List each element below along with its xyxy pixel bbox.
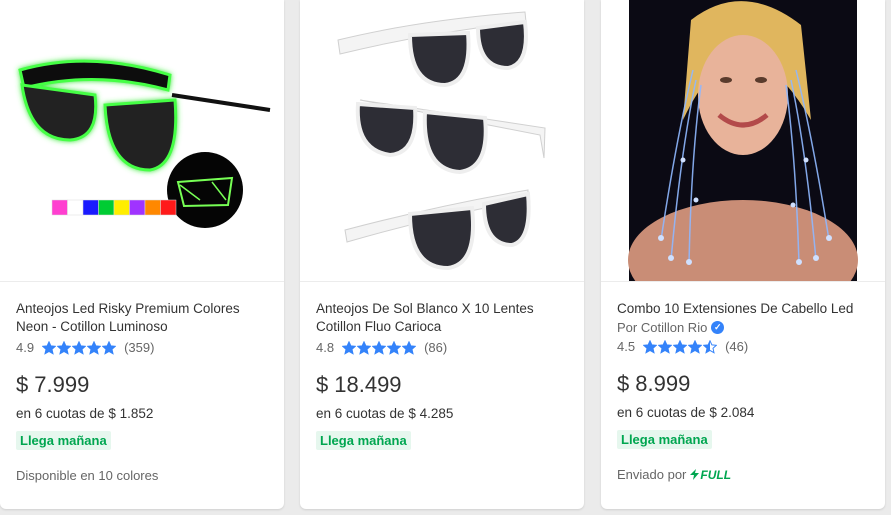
installments-text: en 6 cuotas de $ 4.285 xyxy=(316,406,454,421)
star-full-icon xyxy=(658,339,673,354)
currency-symbol: $ xyxy=(617,371,630,396)
color-swatch xyxy=(113,199,130,216)
shipping-info: Enviado por FULL xyxy=(617,467,873,482)
star-full-icon xyxy=(42,340,57,355)
star-full-icon xyxy=(402,340,417,355)
price: $ 8.999 xyxy=(617,371,873,397)
product-card[interactable]: Anteojos Led Risky Premium Colores Neon … xyxy=(0,0,284,509)
full-shipping-badge: FULL xyxy=(690,468,731,482)
currency-symbol: $ xyxy=(316,372,329,397)
seller: Por Cotillon Rio ✓ xyxy=(617,320,873,335)
star-full-icon xyxy=(102,340,117,355)
star-full-icon xyxy=(87,340,102,355)
product-title[interactable]: Combo 10 Extensiones De Cabello Led xyxy=(617,300,873,318)
delivery-badge: Llega mañana xyxy=(617,430,712,449)
rating: 4.9 (359) xyxy=(16,340,272,355)
shipping-prefix: Enviado por xyxy=(617,467,687,482)
review-count: (86) xyxy=(424,340,448,355)
color-swatch xyxy=(51,199,68,216)
product-title[interactable]: Anteojos De Sol Blanco X 10 Lentes Cotil… xyxy=(316,300,572,336)
color-swatch xyxy=(129,199,146,216)
star-full-icon xyxy=(357,340,372,355)
product-card[interactable]: Combo 10 Extensiones De Cabello Led Por … xyxy=(601,0,885,509)
color-swatch xyxy=(98,199,115,216)
currency-symbol: $ xyxy=(16,372,29,397)
product-image-led-glasses[interactable] xyxy=(0,0,284,282)
star-full-icon xyxy=(72,340,87,355)
star-full-icon xyxy=(57,340,72,355)
product-title[interactable]: Anteojos Led Risky Premium Colores Neon … xyxy=(16,300,272,336)
rating: 4.8 (86) xyxy=(316,340,572,355)
rating-value: 4.9 xyxy=(16,340,35,355)
star-full-icon xyxy=(673,339,688,354)
delivery-badge: Llega mañana xyxy=(316,431,411,450)
star-full-icon xyxy=(643,339,658,354)
star-half-icon xyxy=(703,339,718,354)
star-full-icon xyxy=(342,340,357,355)
price-amount: 8.999 xyxy=(635,371,691,396)
star-full-icon xyxy=(387,340,402,355)
rating-stars xyxy=(342,340,417,355)
installments-text: en 6 cuotas de $ 2.084 xyxy=(617,405,755,420)
star-full-icon xyxy=(688,339,703,354)
color-swatch xyxy=(82,199,99,216)
rating-stars xyxy=(42,340,117,355)
rating: 4.5 (46) xyxy=(617,339,873,354)
review-count: (46) xyxy=(725,339,749,354)
review-count: (359) xyxy=(124,340,155,355)
price: $ 7.999 xyxy=(16,372,272,398)
product-card[interactable]: Anteojos De Sol Blanco X 10 Lentes Cotil… xyxy=(300,0,584,509)
color-swatch xyxy=(67,199,84,216)
color-swatch xyxy=(144,199,161,216)
verified-check-icon: ✓ xyxy=(711,321,725,334)
installments-text: en 6 cuotas de $ 1.852 xyxy=(16,406,154,421)
color-swatch xyxy=(160,199,177,216)
sunglasses-top xyxy=(337,11,528,88)
rating-value: 4.5 xyxy=(617,339,636,354)
seller-name[interactable]: Por Cotillon Rio xyxy=(617,320,707,335)
available-colors-text: Disponible en 10 colores xyxy=(16,468,159,483)
sunglasses-middle xyxy=(355,99,546,175)
star-full-icon xyxy=(372,340,387,355)
rating-stars xyxy=(643,339,718,354)
sunglasses-bottom xyxy=(344,189,531,271)
rating-value: 4.8 xyxy=(316,340,335,355)
price-amount: 7.999 xyxy=(34,372,90,397)
product-image-led-hair-extensions[interactable] xyxy=(601,0,885,282)
price-amount: 18.499 xyxy=(334,372,402,397)
lightning-icon xyxy=(690,469,700,480)
product-image-white-sunglasses[interactable] xyxy=(300,0,584,282)
delivery-badge: Llega mañana xyxy=(16,431,111,450)
price: $ 18.499 xyxy=(316,372,572,398)
full-label: FULL xyxy=(700,467,732,482)
